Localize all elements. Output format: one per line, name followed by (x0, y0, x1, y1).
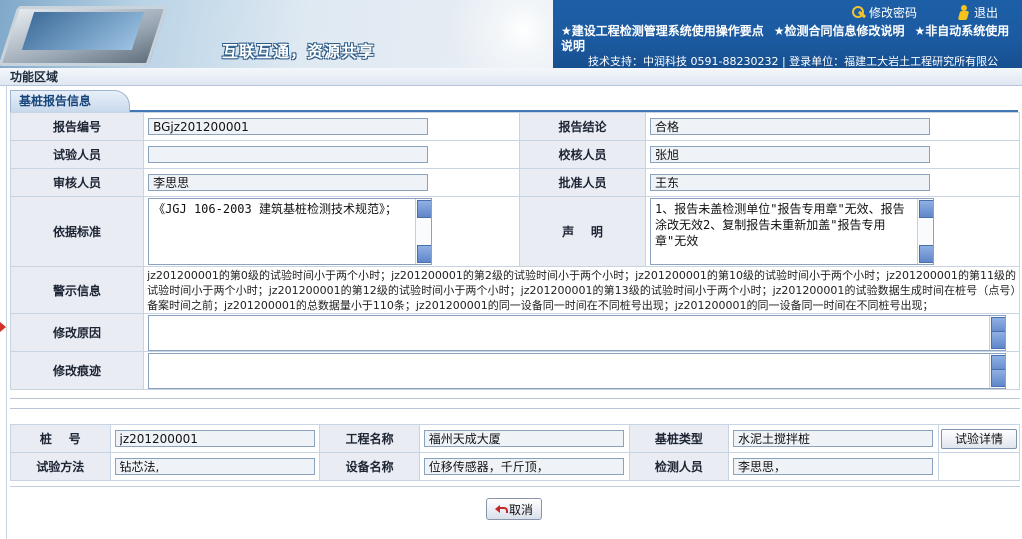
report-no-field[interactable] (148, 118, 429, 135)
report-form: 报告编号 报告结论 试验人员 校核人员 审核人员 批准人员 依据标准 《JGJ … (9, 112, 1020, 390)
bottom-divider (10, 486, 1020, 487)
collapse-arrow-icon[interactable] (0, 322, 6, 332)
method-label: 试验方法 (10, 452, 111, 481)
project-field[interactable] (423, 430, 624, 447)
tester-label: 试验人员 (9, 140, 145, 169)
support-info: 技术支持：中润科技 0591-88230232 | 登录单位：福建工大岩土工程研… (588, 55, 999, 68)
project-label: 工程名称 (319, 424, 420, 453)
checker-field[interactable] (650, 146, 930, 163)
statement-label: 声 明 (519, 196, 646, 267)
change-password-label: 修改密码 (868, 6, 917, 20)
inspector-field[interactable] (732, 458, 933, 475)
trace-label: 修改痕迹 (9, 351, 145, 390)
section-divider (10, 408, 1020, 409)
reviewer-label: 审核人员 (9, 168, 145, 197)
pile-type-field[interactable] (732, 430, 933, 447)
pile-no-label: 桩 号 (10, 424, 111, 453)
slogan: 互联互通，资源共享 (222, 42, 376, 61)
device-field[interactable] (423, 458, 624, 475)
tester-field[interactable] (148, 146, 429, 163)
function-area-title: 功能区域 (0, 68, 1022, 86)
top-bar: 修改密码 退出 ★建设工程检测管理系统使用操作要点 ★检测合同信息修改说明 ★非自动… (553, 0, 1022, 68)
warning-label: 警示信息 (9, 266, 145, 314)
conclusion-label: 报告结论 (519, 112, 646, 141)
reason-scrollbar[interactable] (989, 315, 1006, 350)
tab-bar: 基桩报告信息 (10, 90, 1018, 112)
device-label: 设备名称 (319, 452, 420, 481)
left-rule (6, 86, 7, 539)
standard-text: 《JGJ 106-2003 建筑基桩检测技术规范》； (153, 202, 397, 216)
section-divider (10, 398, 1020, 399)
test-detail-button[interactable]: 试验详情 (940, 428, 1017, 449)
method-field[interactable] (114, 458, 315, 475)
header: 互联互通，资源共享 修改密码 退出 ★建设工程检测管理系统使用操作要点 ★检测合同… (0, 0, 1022, 68)
standard-textarea[interactable]: 《JGJ 106-2003 建筑基桩检测技术规范》； (148, 198, 433, 265)
pile-type-label: 基桩类型 (628, 424, 729, 453)
top-links: 修改密码 退出 (851, 4, 998, 21)
banner: 互联互通，资源共享 (0, 0, 553, 68)
reason-textarea[interactable] (148, 314, 1007, 351)
notice-link-operation[interactable]: ★建设工程检测管理系统使用操作要点 (561, 24, 764, 38)
tab-pile-report-info[interactable]: 基桩报告信息 (10, 90, 130, 112)
statement-text: 1、报告未盖检测单位"报告专用章"无效、报告涂改无效2、复制报告未重新加盖"报告… (655, 202, 905, 248)
key-icon (851, 5, 866, 20)
reviewer-field[interactable] (148, 174, 429, 191)
statement-scrollbar[interactable] (917, 199, 933, 264)
notice-link-contract[interactable]: ★检测合同信息修改说明 (774, 24, 905, 38)
change-password-link[interactable]: 修改密码 (851, 4, 917, 21)
inspector-label: 检测人员 (628, 452, 729, 481)
exit-icon (957, 4, 971, 21)
trace-scrollbar[interactable] (989, 353, 1006, 388)
dandelion-image (395, 0, 553, 68)
conclusion-field[interactable] (650, 118, 930, 135)
notice-links: ★建设工程检测管理系统使用操作要点 ★检测合同信息修改说明 ★非自动系统使用说明 (561, 24, 1019, 54)
empty-cell (937, 452, 1021, 481)
checker-label: 校核人员 (519, 140, 646, 169)
logout-label: 退出 (973, 6, 998, 20)
approver-label: 批准人员 (519, 168, 646, 197)
standard-scrollbar[interactable] (415, 199, 432, 264)
reason-label: 修改原因 (9, 313, 145, 352)
cancel-label: 取消 (508, 502, 533, 517)
trace-textarea[interactable] (148, 352, 1007, 389)
cancel-button[interactable]: 取消 (486, 498, 542, 520)
logout-link[interactable]: 退出 (957, 4, 998, 21)
pile-info-table: 桩 号 工程名称 基桩类型 试验详情 试验方法 设备名称 检测人员 (10, 424, 1021, 481)
report-no-label: 报告编号 (9, 112, 145, 141)
back-arrow-icon (494, 504, 508, 514)
pile-no-field[interactable] (114, 430, 315, 447)
standard-label: 依据标准 (9, 196, 145, 267)
statement-textarea[interactable]: 1、报告未盖检测单位"报告专用章"无效、报告涂改无效2、复制报告未重新加盖"报告… (650, 198, 934, 265)
approver-field[interactable] (650, 174, 930, 191)
laptop-screen (21, 12, 145, 50)
warning-text: jz201200001的第0级的试验时间小于两个小时；jz201200001的第… (143, 266, 1020, 314)
